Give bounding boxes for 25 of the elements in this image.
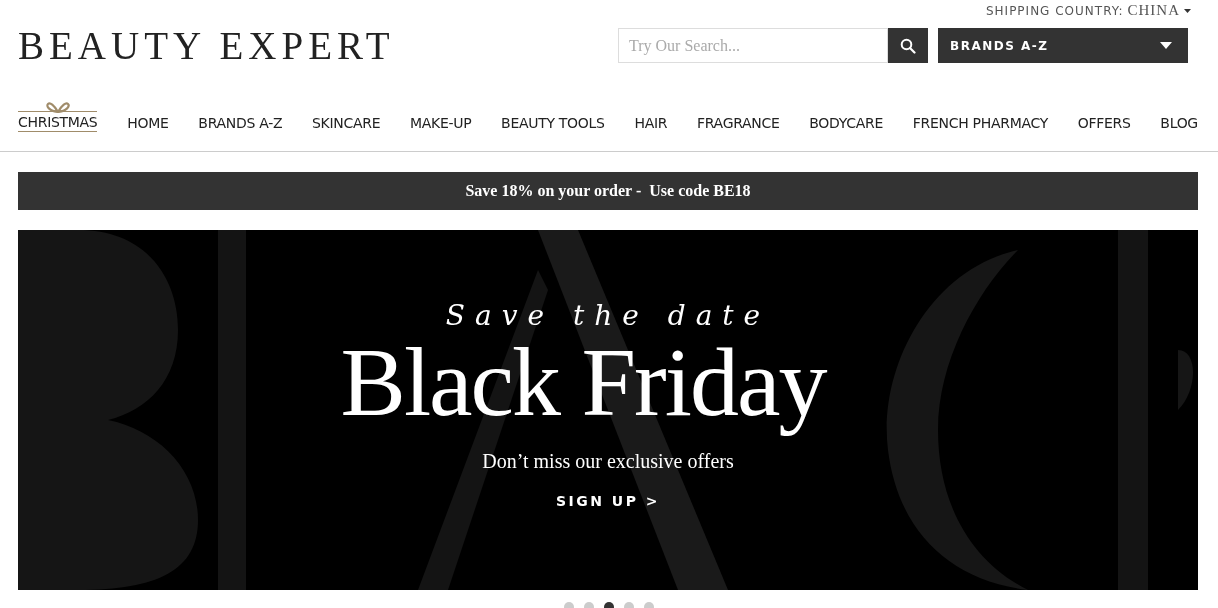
banner-subline: Don’t miss our exclusive offers xyxy=(482,450,734,473)
promo-text: Save 18% on your order - Use code BE18 xyxy=(465,182,751,200)
sign-up-link[interactable]: SIGN UP > xyxy=(555,493,661,509)
nav-link[interactable]: OFFERS xyxy=(1077,115,1131,131)
shipping-country-selector[interactable]: SHIPPING COUNTRY: CHINA xyxy=(985,2,1191,19)
logo[interactable]: BEAUTY EXPERT xyxy=(18,24,395,95)
search-field[interactable]: Try Our Search... xyxy=(618,28,888,63)
nav-link[interactable]: BLOG xyxy=(1160,115,1198,131)
banner-script-text: Save the date xyxy=(445,300,771,332)
nav-link[interactable]: MAKE-UP xyxy=(410,115,472,131)
nav-link[interactable]: FRAGRANCE xyxy=(697,115,780,131)
caret-icon xyxy=(1160,42,1172,49)
nav-link[interactable]: BEAUTY TOOLS xyxy=(501,115,605,131)
nav-link[interactable]: FRENCH PHARMACY xyxy=(912,115,1048,131)
nav-link[interactable]: HOME xyxy=(127,115,169,131)
search-button[interactable] xyxy=(888,28,928,63)
caret-icon xyxy=(1184,8,1191,13)
nav-link[interactable]: BODYCARE xyxy=(809,115,884,131)
brands-dropdown[interactable]: BRANDS A-Z xyxy=(938,28,1188,63)
nav-link[interactable]: BRANDS A-Z xyxy=(198,115,283,131)
nav-link[interactable]: HAIR xyxy=(634,115,668,131)
search-icon xyxy=(900,37,916,54)
nav-link[interactable]: CHRISTMAS xyxy=(18,102,98,132)
bow-icon xyxy=(44,102,71,113)
nav-link[interactable]: SKINCARE xyxy=(312,115,381,131)
